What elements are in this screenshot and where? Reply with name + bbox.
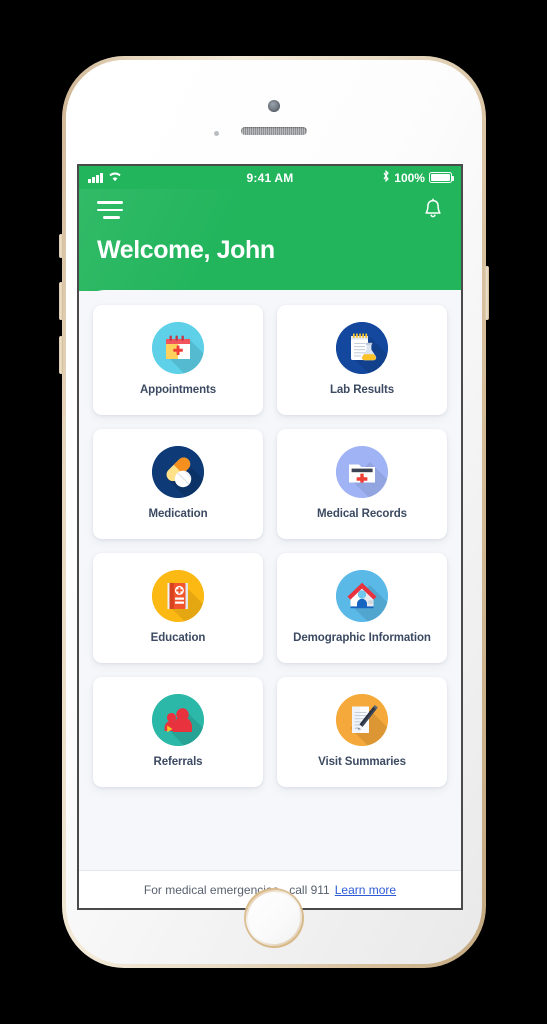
dashboard-content: Appointments Lab Results Medication Medi… [79,290,461,850]
cellular-signal-icon [88,172,103,183]
tile-label: Medication [148,508,208,521]
phone-device-frame: 9:41 AM 100% Welcome, John Appointments … [59,56,489,968]
medical-book-icon [152,570,204,623]
tile-medical-records[interactable]: Medical Records [277,429,447,539]
pill-capsule-icon [152,446,204,499]
volume-up-button[interactable] [59,282,63,320]
tile-label: Demographic Information [293,632,431,645]
tile-label: Appointments [139,384,217,397]
tile-demographic-information[interactable]: Demographic Information [277,553,447,663]
tile-label: Education [150,632,206,645]
bluetooth-icon [382,169,390,185]
header-toolbar [97,189,443,229]
app-header: Welcome, John [79,189,461,291]
earpiece-speaker-icon [241,127,307,135]
tile-label: Lab Results [329,384,395,397]
emergency-text: For medical emergencies - call 911 [143,882,330,897]
dashboard-tile-grid: Appointments Lab Results Medication Medi… [93,305,447,787]
tile-lab-results[interactable]: Lab Results [277,305,447,415]
tile-education[interactable]: Education [93,553,263,663]
tile-label: Referrals [153,756,203,769]
tile-appointments[interactable]: Appointments [93,305,263,415]
wifi-icon [108,171,122,185]
home-button[interactable] [246,890,302,946]
page-title: Welcome, John [97,236,275,264]
learn-more-link[interactable]: Learn more [335,883,396,897]
status-bar-left [88,171,208,185]
notepad-flask-icon [336,322,388,375]
calendar-medical-icon [152,322,204,375]
power-button[interactable] [485,266,489,320]
proximity-sensor-icon [214,131,219,136]
battery-percent-label: 100% [394,170,425,185]
status-bar-time: 9:41 AM [246,170,294,185]
tile-label: Visit Summaries [318,756,406,769]
tile-referrals[interactable]: Referrals [93,677,263,787]
document-pen-icon [336,694,388,747]
status-bar: 9:41 AM 100% [79,166,461,189]
hamburger-menu-icon[interactable] [97,199,123,219]
battery-full-icon [428,172,455,183]
phone-screen: 9:41 AM 100% Welcome, John Appointments … [79,166,461,908]
bell-icon[interactable] [423,198,443,220]
tile-visit-summaries[interactable]: Visit Summaries [277,677,447,787]
tile-medication[interactable]: Medication [93,429,263,539]
status-bar-right: 100% [332,169,455,185]
two-people-icon [152,694,204,747]
front-camera-icon [268,100,280,112]
tile-label: Medical Records [317,508,407,521]
house-person-icon [336,570,388,623]
silent-switch[interactable] [59,234,63,258]
volume-down-button[interactable] [59,336,63,374]
file-folder-medical-icon [336,446,388,499]
screenshot-stage: 9:41 AM 100% Welcome, John Appointments … [0,0,547,1024]
